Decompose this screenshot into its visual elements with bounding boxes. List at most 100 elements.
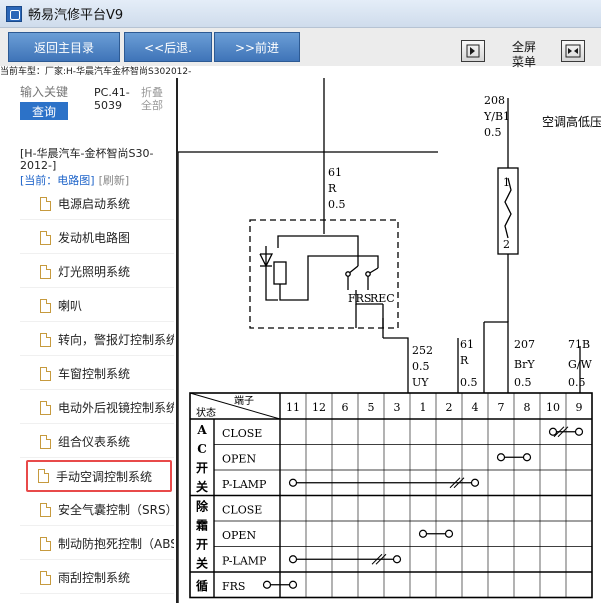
state-label: P-LAMP bbox=[222, 555, 267, 568]
fullscreen-label: 全屏 bbox=[511, 40, 536, 54]
sidebar-item-label: 发动机电路图 bbox=[58, 231, 131, 245]
svg-text:71B: 71B bbox=[568, 338, 590, 351]
svg-text:2: 2 bbox=[503, 238, 510, 251]
fit-width-icon[interactable] bbox=[561, 40, 585, 62]
sidebar-item[interactable]: 雨刮控制系统 bbox=[20, 562, 174, 594]
svg-text:207: 207 bbox=[514, 338, 535, 351]
svg-text:0.5: 0.5 bbox=[328, 198, 346, 211]
current-vehicle-bar: 当前车型：厂家:H-华晨汽车金杯智尚S302012- bbox=[0, 67, 192, 77]
svg-text:0.5: 0.5 bbox=[568, 376, 586, 389]
wire-252-label: 252 0.5 UY bbox=[412, 344, 433, 389]
terminal-dot bbox=[288, 580, 298, 589]
svg-text:0.5: 0.5 bbox=[412, 360, 430, 373]
group-label: 开 bbox=[196, 461, 208, 475]
terminal-label: 11 bbox=[286, 401, 300, 414]
terminal-dot bbox=[262, 580, 272, 589]
state-label: P-LAMP bbox=[222, 478, 267, 491]
diagram-code: PC.41-5039 bbox=[94, 86, 130, 112]
sidebar-item-label: 电源启动系统 bbox=[58, 197, 131, 211]
terminal-dot bbox=[392, 555, 402, 564]
sidebar-item[interactable]: 电动外后视镜控制系统 bbox=[20, 392, 174, 424]
group-label: 关 bbox=[196, 556, 208, 571]
sidebar-item[interactable]: 发动机电路图 bbox=[20, 222, 174, 254]
sidebar-item[interactable]: 制动防抱死控制（ABS） bbox=[20, 528, 174, 560]
document-icon bbox=[40, 400, 51, 415]
svg-text:G/W: G/W bbox=[568, 358, 592, 371]
wire-207-label: 207 BrY 0.5 bbox=[514, 338, 535, 389]
menu-label: 菜单 bbox=[511, 55, 536, 69]
tree-root-vehicle: [H-华晨汽车-金杯智尚S30-2012-] bbox=[20, 147, 154, 172]
terminal-label: 6 bbox=[342, 401, 349, 414]
group-label: 除 bbox=[196, 499, 209, 514]
document-icon bbox=[38, 469, 49, 483]
sidebar-item[interactable]: 组合仪表系统 bbox=[20, 426, 174, 458]
svg-text:BrY: BrY bbox=[514, 358, 535, 371]
svg-text:空调高低压开关: 空调高低压开关 bbox=[542, 114, 601, 129]
sidebar-item-label: 制动防抱死控制（ABS） bbox=[58, 537, 174, 551]
terminal-dot bbox=[288, 555, 298, 564]
wire-61-label: 61 R 0.5 bbox=[328, 166, 346, 211]
expand-right-icon[interactable] bbox=[461, 40, 485, 62]
sidebar-item[interactable]: 喇叭 bbox=[20, 290, 174, 322]
terminal-label: 3 bbox=[394, 401, 401, 414]
sidebar: 查询 PC.41-5039 折叠全部 [H-华晨汽车-金杯智尚S30-2012-… bbox=[0, 78, 176, 603]
svg-text:R: R bbox=[460, 354, 469, 367]
switch-pin-labels: 1 2 bbox=[503, 176, 510, 251]
state-label: CLOSE bbox=[222, 427, 262, 440]
sidebar-item[interactable]: 安全气囊控制（SRS） bbox=[20, 494, 174, 526]
sidebar-item-label: 安全气囊控制（SRS） bbox=[58, 503, 174, 517]
switch-state-table: 端子状态 11 12 6 5 3 1 2 4 7 8 10 9AC开关CLOSEOPENP-LAMP除霜… bbox=[189, 392, 593, 599]
group-label: 开 bbox=[196, 538, 208, 552]
query-button[interactable]: 查询 bbox=[20, 102, 68, 120]
current-category-link[interactable]: [当前：电路图] bbox=[20, 174, 95, 187]
terminal-label: 9 bbox=[576, 401, 583, 414]
terminal-dot bbox=[288, 478, 298, 487]
terminal-label: 4 bbox=[472, 401, 479, 414]
svg-text:0.5: 0.5 bbox=[514, 376, 532, 389]
sidebar-item-label: 灯光照明系统 bbox=[58, 265, 131, 279]
terminal-dot bbox=[522, 453, 532, 462]
fullscreen-menu-button[interactable]: 全屏 菜单 bbox=[505, 40, 543, 70]
svg-text:UY: UY bbox=[412, 376, 429, 389]
app-logo-icon bbox=[6, 5, 22, 22]
terminal-label: 10 bbox=[546, 401, 560, 414]
back-button[interactable]: <<后退. bbox=[124, 32, 212, 62]
terminal-label: 8 bbox=[524, 401, 531, 414]
document-icon bbox=[40, 570, 51, 585]
switch-title-label: 空调高低压开关 bbox=[542, 114, 601, 129]
forward-button[interactable]: >>前进 bbox=[214, 32, 300, 62]
sidebar-item[interactable]: 转向，警报灯控制系统 bbox=[20, 324, 174, 356]
terminal-dot bbox=[548, 427, 558, 436]
document-icon bbox=[40, 298, 51, 313]
search-input[interactable] bbox=[20, 84, 72, 100]
group-label: A bbox=[196, 423, 207, 437]
collapse-all-link[interactable]: 折叠全部 bbox=[141, 86, 171, 112]
window-title: 畅易汽修平台V9 bbox=[28, 8, 124, 23]
state-header: 状态 bbox=[196, 406, 216, 419]
sidebar-item-label: 雨刮控制系统 bbox=[58, 571, 131, 585]
state-label: OPEN bbox=[222, 453, 256, 466]
state-label: CLOSE bbox=[222, 504, 262, 517]
sidebar-item[interactable]: 车窗控制系统 bbox=[20, 358, 174, 390]
svg-text:REC: REC bbox=[370, 292, 395, 305]
terminal-label: 1 bbox=[420, 401, 427, 414]
sidebar-item[interactable]: 电源启动系统 bbox=[20, 188, 174, 220]
refresh-link[interactable]: [刷新] bbox=[99, 174, 130, 187]
state-label: OPEN bbox=[222, 529, 256, 542]
svg-text:61: 61 bbox=[460, 338, 474, 351]
sidebar-item-label: 电动外后视镜控制系统 bbox=[58, 401, 174, 415]
sidebar-item[interactable]: 灯光照明系统 bbox=[20, 256, 174, 288]
document-icon bbox=[40, 502, 51, 517]
terminal-dot bbox=[444, 529, 454, 538]
svg-text:1: 1 bbox=[503, 176, 510, 189]
back-to-main-button[interactable]: 返回主目录 bbox=[8, 32, 120, 62]
sidebar-item[interactable]: 手动空调控制系统 bbox=[26, 460, 172, 492]
svg-text:252: 252 bbox=[412, 344, 433, 357]
group-label: 霜 bbox=[195, 519, 208, 533]
terminal-dot bbox=[418, 529, 428, 538]
svg-text:0.5: 0.5 bbox=[484, 126, 502, 139]
title-bar: 畅易汽修平台V9 bbox=[0, 0, 601, 28]
relay-labels: FRS REC bbox=[348, 292, 395, 305]
wire-71b-label: 71B G/W 0.5 bbox=[568, 338, 592, 389]
sidebar-item-label: 车窗控制系统 bbox=[58, 367, 131, 381]
